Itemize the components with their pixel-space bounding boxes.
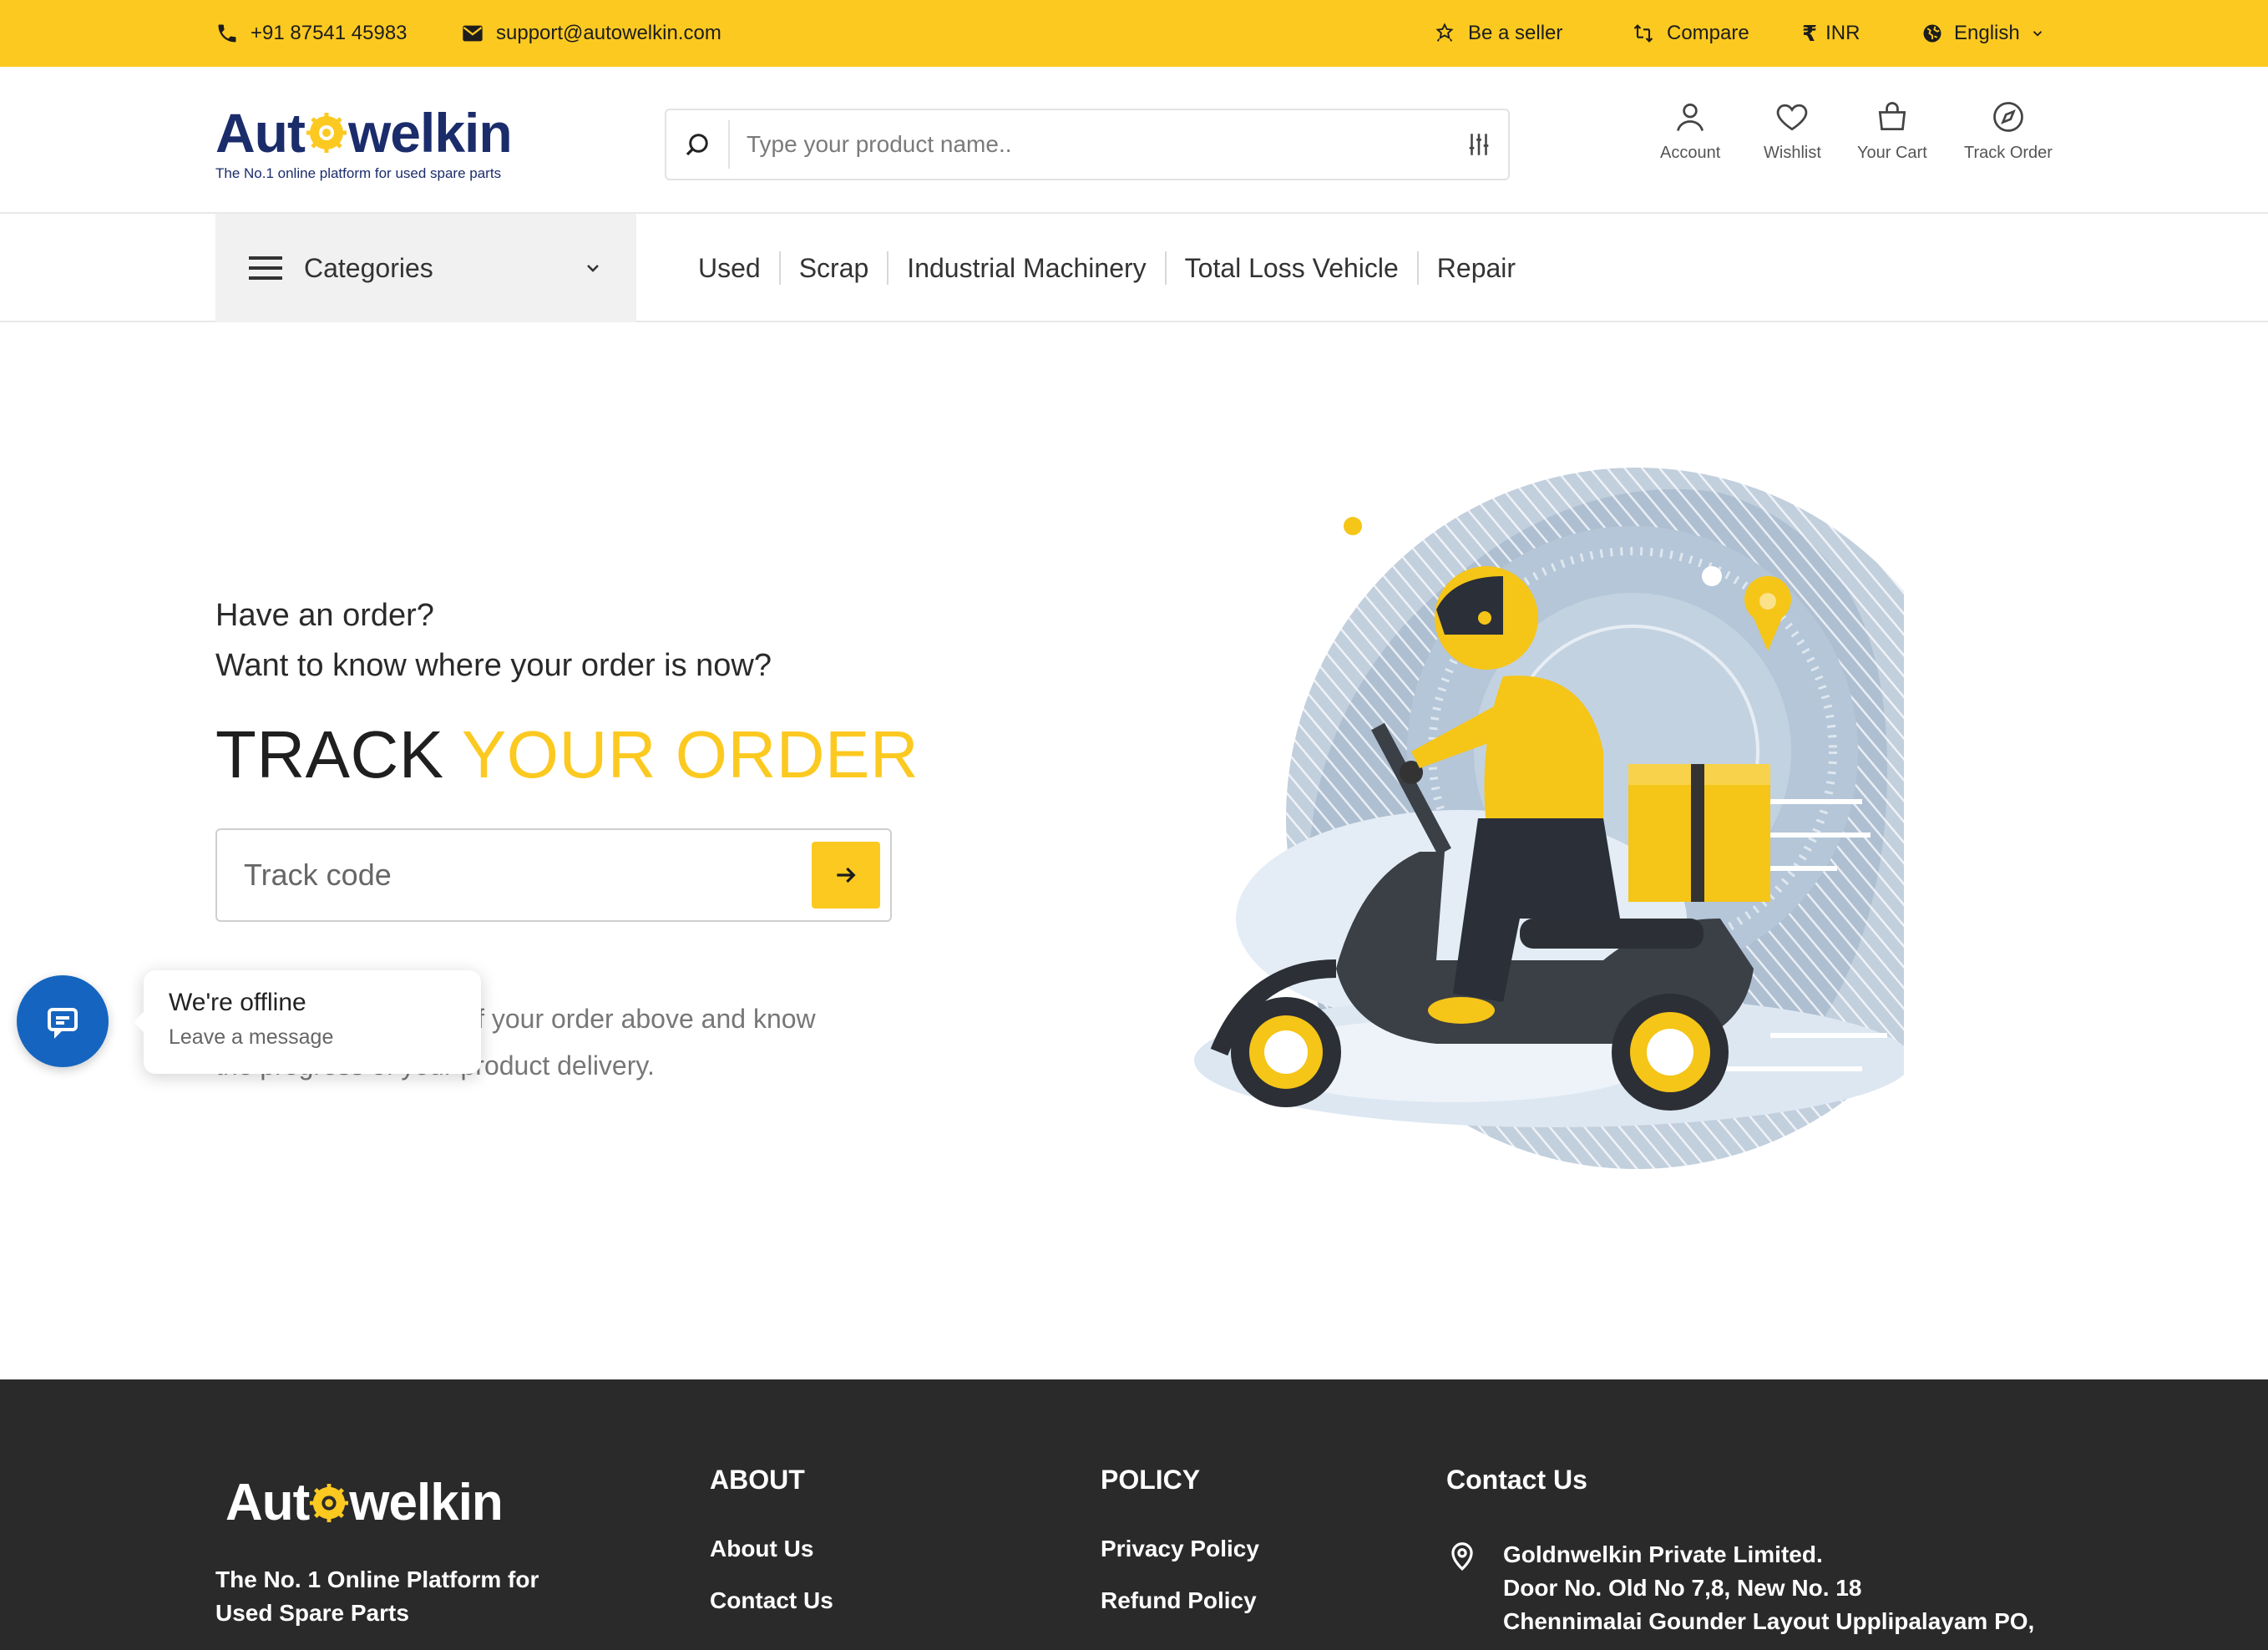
globe-icon	[1923, 24, 1941, 43]
currency-selector[interactable]: ₹ INR	[1802, 0, 1860, 67]
search-button[interactable]	[666, 120, 730, 169]
seller-label: Be a seller	[1468, 22, 1563, 44]
footer-contact-column: Contact Us	[1446, 1465, 1587, 1536]
phone-contact[interactable]: +91 87541 45983	[215, 0, 408, 67]
logo-tagline: The No.1 online platform for used spare …	[215, 165, 502, 181]
location-pin-icon	[1451, 1542, 1473, 1571]
chat-offline-bubble[interactable]: We're offline Leave a message	[134, 970, 481, 1074]
mail-icon	[463, 25, 483, 42]
chevron-down-icon	[587, 265, 599, 272]
gear-logo-icon	[306, 113, 347, 153]
bag-icon	[1878, 102, 1906, 131]
wishlist-link[interactable]: Wishlist	[1764, 99, 1821, 163]
email-text: support@autowelkin.com	[496, 22, 721, 44]
about-heading: ABOUT	[710, 1465, 805, 1495]
footer-about-column: ABOUT About Us Contact Us	[710, 1465, 833, 1639]
filter-button[interactable]	[1450, 130, 1508, 159]
chat-icon	[48, 1008, 78, 1039]
nav-link-industrial-machinery[interactable]: Industrial Machinery	[887, 251, 1164, 285]
language-selector[interactable]: English	[1921, 0, 2045, 67]
rupee-icon: ₹	[1802, 20, 1818, 46]
stars-icon	[1435, 23, 1454, 42]
track-code-input[interactable]	[244, 858, 812, 893]
user-icon	[1677, 103, 1704, 131]
chat-status-title: We're offline	[169, 989, 306, 1016]
contact-heading: Contact Us	[1446, 1465, 1587, 1495]
contact-us-link[interactable]: Contact Us	[710, 1587, 833, 1614]
logo-text-right: welkin	[347, 102, 513, 164]
compass-icon	[1993, 102, 2023, 132]
compare-label: Compare	[1667, 22, 1749, 44]
categories-label: Categories	[304, 252, 433, 283]
order-question: Have an order?	[215, 598, 434, 633]
nav-link-total-loss-vehicle[interactable]: Total Loss Vehicle	[1164, 251, 1417, 285]
address-line-3: Chennimalai Gounder Layout Upplipalayam …	[1503, 1608, 2035, 1634]
wishlist-label: Wishlist	[1764, 144, 1821, 162]
hamburger-icon	[249, 256, 282, 280]
title-yellow: YOUR ORDER	[461, 717, 919, 792]
footer-logo-right: welkin	[349, 1474, 504, 1531]
heart-icon	[1777, 104, 1808, 131]
account-link[interactable]: Account	[1660, 99, 1720, 163]
categories-dropdown[interactable]: Categories	[215, 214, 636, 322]
search-bar	[665, 109, 1510, 180]
address-line-2: Door No. Old No 7,8, New No. 18	[1503, 1575, 1862, 1601]
page-title: TRACK YOUR ORDER	[215, 716, 919, 793]
nav-link-repair[interactable]: Repair	[1416, 251, 1534, 285]
footer-address: Goldnwelkin Private Limited. Door No. Ol…	[1446, 1538, 2034, 1638]
site-logo[interactable]: Aut welkin The No.1 online platform for …	[215, 102, 513, 182]
footer-logo-left: Aut	[225, 1474, 310, 1531]
compare-link[interactable]: Compare	[1632, 0, 1749, 67]
delivery-scooter-illustration	[1152, 468, 1904, 1169]
track-order-link[interactable]: Track Order	[1964, 99, 2053, 163]
title-dark: TRACK	[215, 717, 462, 792]
chevron-down-icon	[2033, 31, 2042, 37]
nav-link-used[interactable]: Used	[668, 251, 779, 285]
search-icon	[686, 134, 708, 156]
order-subquestion: Want to know where your order is now?	[215, 648, 772, 683]
phone-text: +91 87541 45983	[251, 22, 408, 44]
gear-logo-icon	[310, 1483, 349, 1522]
search-input[interactable]	[730, 131, 1450, 158]
chat-launcher-button[interactable]	[17, 975, 109, 1067]
refund-policy-link[interactable]: Refund Policy	[1101, 1587, 1259, 1614]
language-label: English	[1954, 22, 2020, 44]
privacy-policy-link[interactable]: Privacy Policy	[1101, 1536, 1259, 1562]
footer-policy-column: POLICY Privacy Policy Refund Policy	[1101, 1465, 1259, 1639]
arrow-right-icon	[837, 867, 856, 883]
account-label: Account	[1660, 144, 1721, 162]
cart-label: Your Cart	[1857, 144, 1927, 162]
site-header: Aut welkin The No.1 online platform for …	[0, 67, 2268, 214]
email-contact[interactable]: support@autowelkin.com	[461, 0, 721, 67]
logo-text-left: Aut	[215, 102, 306, 164]
main-nav: Categories Used Scrap Industrial Machine…	[0, 214, 2268, 322]
currency-label: INR	[1825, 22, 1860, 44]
compare-icon	[1633, 24, 1653, 43]
site-footer: Aut welkin The No. 1 Online Platform for…	[0, 1379, 2268, 1650]
track-order-label: Track Order	[1964, 144, 2053, 162]
sliders-icon	[1469, 134, 1489, 155]
phone-icon	[218, 24, 236, 43]
chat-status-subtitle: Leave a message	[169, 1025, 334, 1049]
about-us-link[interactable]: About Us	[710, 1536, 833, 1562]
policy-heading: POLICY	[1101, 1465, 1201, 1495]
address-line-1: Goldnwelkin Private Limited.	[1503, 1541, 1823, 1567]
nav-link-scrap[interactable]: Scrap	[778, 251, 888, 285]
be-a-seller-link[interactable]: Be a seller	[1433, 0, 1562, 67]
footer-tagline: The No. 1 Online Platform for Used Spare…	[215, 1566, 539, 1626]
cart-link[interactable]: Your Cart	[1857, 99, 1927, 163]
footer-logo[interactable]: Aut welkin	[225, 1473, 504, 1532]
nav-links: Used Scrap Industrial Machinery Total Lo…	[668, 214, 1534, 322]
top-bar: +91 87541 45983 support@autowelkin.com B…	[0, 0, 2268, 67]
track-form	[215, 828, 892, 922]
track-submit-button[interactable]	[812, 842, 880, 909]
